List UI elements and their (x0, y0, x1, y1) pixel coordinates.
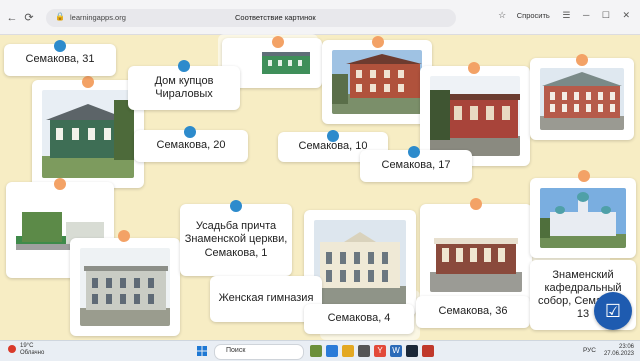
pin-blue (230, 200, 242, 212)
image-card-cathedral[interactable] (530, 178, 636, 258)
image-card-grey-building[interactable] (70, 238, 180, 336)
taskbar: 19°C Облачно Поиск Y W РУС 23:06 27.06.2… (0, 340, 640, 361)
pin-blue (184, 126, 196, 138)
url-text: learningapps.org (70, 13, 126, 22)
pin-orange (54, 178, 66, 190)
photo (80, 248, 170, 326)
reload-icon[interactable]: ⟳ (23, 12, 35, 24)
photo (232, 48, 312, 78)
text-card-chiralov[interactable]: Дом купцов Чираловых (128, 66, 240, 110)
pin-orange (576, 54, 588, 66)
pin-blue (408, 146, 420, 158)
browser-controls: ☆ Спросить ☰ ─ ☐ ✕ (488, 10, 630, 21)
page-title: Соответствие картинок (235, 13, 316, 22)
clock[interactable]: 23:06 27.06.2023 (604, 344, 634, 358)
app-icon[interactable] (422, 345, 434, 357)
pin-orange (82, 76, 94, 88)
card-label: Усадьба причта Знаменской церкви, Семако… (184, 220, 288, 259)
pin-blue (327, 130, 339, 142)
minimize-icon[interactable]: ─ (583, 10, 589, 20)
ask-button[interactable]: Спросить (517, 11, 550, 20)
menu-icon[interactable]: ☰ (562, 10, 570, 21)
text-card-semakova-4[interactable]: Семакова, 4 (304, 304, 414, 334)
store-icon[interactable] (358, 345, 370, 357)
photo (540, 188, 626, 248)
word-icon[interactable]: W (390, 345, 402, 357)
photo (314, 220, 406, 306)
card-label: Семакова, 20 (156, 139, 226, 152)
check-icon: ☑ (604, 301, 622, 321)
date: 27.06.2023 (603, 351, 634, 357)
pin-orange (372, 36, 384, 48)
photo (430, 214, 522, 292)
card-label: Семакова, 4 (327, 312, 391, 325)
card-label: Дом купцов Чираловых (154, 74, 214, 100)
pin-orange (578, 170, 590, 182)
text-card-semakova-36[interactable]: Семакова, 36 (416, 296, 530, 328)
image-card-red-brick[interactable] (322, 40, 432, 124)
windows-start-icon[interactable] (197, 346, 207, 356)
photo (332, 50, 422, 114)
pin-orange (118, 230, 130, 242)
game-board: Семакова, 31 Дом купцов Чираловых Семако… (0, 34, 640, 340)
check-answers-button[interactable]: ☑ (594, 292, 632, 330)
card-label: Семакова, 10 (298, 140, 368, 153)
folder-icon[interactable] (342, 345, 354, 357)
photo (42, 90, 134, 178)
weather-text: Облачно (20, 350, 45, 356)
steam-icon[interactable] (406, 345, 418, 357)
file-explorer-icon[interactable] (310, 345, 322, 357)
maximize-icon[interactable]: ☐ (602, 10, 610, 21)
pin-orange (272, 36, 284, 48)
weather-widget[interactable]: 19°C Облачно (20, 343, 44, 357)
pin-blue (54, 40, 66, 52)
yandex-icon[interactable]: Y (374, 345, 386, 357)
time: 23:06 (618, 344, 634, 350)
edge-icon[interactable] (326, 345, 338, 357)
weather-icon (8, 345, 16, 353)
close-icon[interactable]: ✕ (622, 10, 630, 21)
card-label: Женская гимназия (218, 292, 314, 305)
pin-orange (470, 198, 482, 210)
temperature: 19°C (20, 343, 34, 349)
search-placeholder: Поиск (226, 347, 246, 354)
text-card-usadba[interactable]: Усадьба причта Знаменской церкви, Семако… (180, 204, 292, 276)
photo (540, 68, 624, 130)
language-indicator[interactable]: РУС (583, 347, 596, 354)
browser-toolbar: ← ⟳ 🔒 learningapps.org Соответствие карт… (0, 0, 640, 35)
photo (430, 76, 520, 156)
pin-blue (178, 60, 190, 72)
image-card-red-mansion[interactable] (530, 58, 634, 140)
back-icon[interactable]: ← (6, 12, 18, 24)
card-label: Семакова, 31 (25, 53, 95, 66)
card-label: Семакова, 36 (438, 305, 508, 318)
lock-icon: 🔒 (55, 12, 65, 21)
pin-orange (468, 62, 480, 74)
bookmark-icon[interactable]: ☆ (498, 10, 506, 21)
image-card-ornate-facade[interactable] (420, 204, 532, 302)
card-label: Семакова, 17 (381, 159, 451, 172)
